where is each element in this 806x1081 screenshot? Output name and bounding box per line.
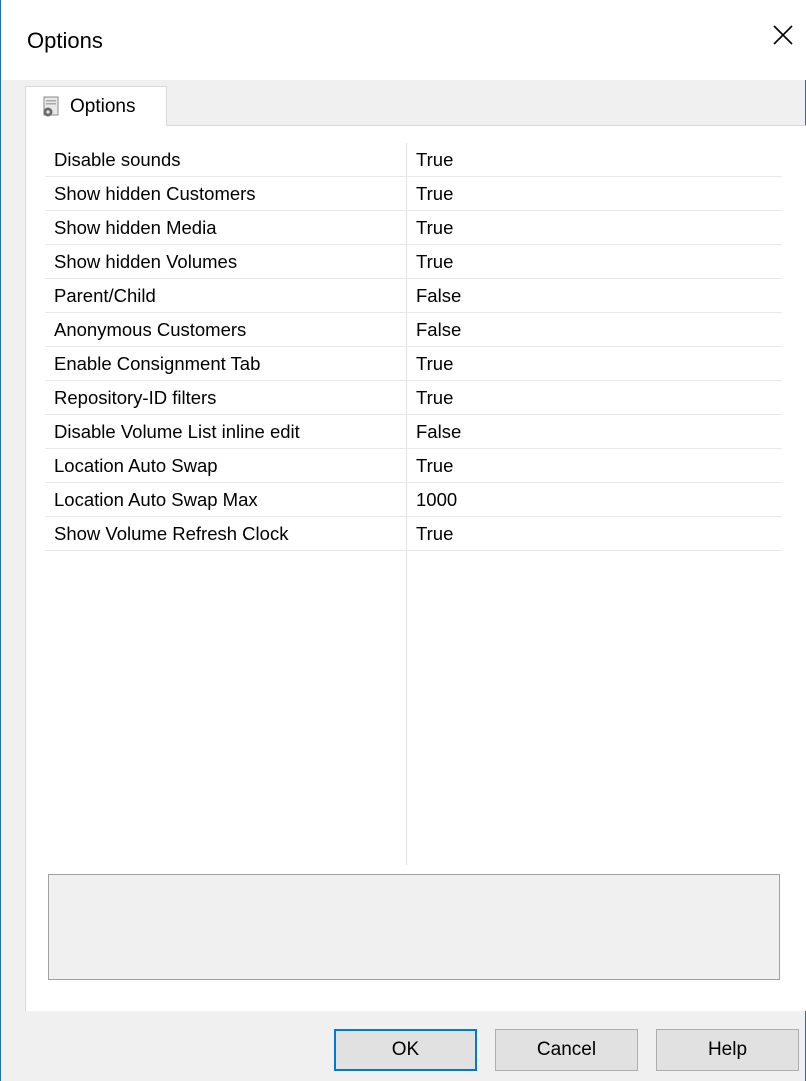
tab-options-label: Options bbox=[70, 96, 136, 117]
tab-panel: Disable sounds True Show hidden Customer… bbox=[25, 125, 806, 1011]
property-row[interactable]: Location Auto Swap Max 1000 bbox=[45, 483, 782, 517]
description-panel bbox=[48, 874, 780, 980]
property-value[interactable]: True bbox=[416, 455, 453, 477]
property-grid: Disable sounds True Show hidden Customer… bbox=[45, 143, 782, 865]
property-name: Show hidden Media bbox=[54, 217, 217, 238]
property-row[interactable]: Repository-ID filters True bbox=[45, 381, 782, 415]
property-row[interactable]: Parent/Child False bbox=[45, 279, 782, 313]
property-row[interactable]: Show hidden Media True bbox=[45, 211, 782, 245]
property-row[interactable]: Show hidden Customers True bbox=[45, 177, 782, 211]
property-row[interactable]: Anonymous Customers False bbox=[45, 313, 782, 347]
property-value[interactable]: True bbox=[416, 387, 453, 409]
cancel-button[interactable]: Cancel bbox=[495, 1029, 638, 1071]
window-title: Options bbox=[27, 28, 103, 53]
property-name: Repository-ID filters bbox=[54, 387, 217, 408]
property-value[interactable]: True bbox=[416, 251, 453, 273]
property-name: Location Auto Swap bbox=[54, 455, 218, 476]
property-row[interactable]: Show Volume Refresh Clock True bbox=[45, 517, 782, 551]
property-name: Show hidden Volumes bbox=[54, 251, 238, 272]
property-row[interactable]: Show hidden Volumes True bbox=[45, 245, 782, 279]
property-row[interactable]: Disable sounds True bbox=[45, 143, 782, 177]
close-button[interactable] bbox=[760, 12, 806, 58]
options-dialog: Options Options Disable sounds True Show… bbox=[0, 0, 806, 1081]
property-name: Show Volume Refresh Clock bbox=[54, 523, 289, 544]
property-name: Disable sounds bbox=[54, 149, 181, 170]
property-name: Enable Consignment Tab bbox=[54, 353, 261, 374]
property-value[interactable]: False bbox=[416, 319, 461, 341]
tab-options[interactable]: Options bbox=[25, 86, 167, 126]
options-tab-icon bbox=[43, 96, 59, 117]
property-value[interactable]: False bbox=[416, 285, 461, 307]
property-row[interactable]: Location Auto Swap True bbox=[45, 449, 782, 483]
property-name: Location Auto Swap Max bbox=[54, 489, 258, 510]
property-value[interactable]: True bbox=[416, 149, 453, 171]
property-name: Parent/Child bbox=[54, 285, 156, 306]
property-name: Show hidden Customers bbox=[54, 183, 256, 204]
ok-button[interactable]: OK bbox=[334, 1029, 477, 1071]
property-value[interactable]: True bbox=[416, 183, 453, 205]
close-icon bbox=[773, 25, 793, 45]
property-value[interactable]: True bbox=[416, 523, 453, 545]
property-value[interactable]: 1000 bbox=[416, 489, 457, 511]
property-name: Anonymous Customers bbox=[54, 319, 247, 340]
title-bar[interactable]: Options bbox=[2, 0, 806, 80]
property-value[interactable]: False bbox=[416, 421, 461, 443]
property-value[interactable]: True bbox=[416, 217, 453, 239]
help-button[interactable]: Help bbox=[656, 1029, 799, 1071]
property-row[interactable]: Enable Consignment Tab True bbox=[45, 347, 782, 381]
property-name: Disable Volume List inline edit bbox=[54, 421, 300, 442]
property-row[interactable]: Disable Volume List inline edit False bbox=[45, 415, 782, 449]
property-value[interactable]: True bbox=[416, 353, 453, 375]
